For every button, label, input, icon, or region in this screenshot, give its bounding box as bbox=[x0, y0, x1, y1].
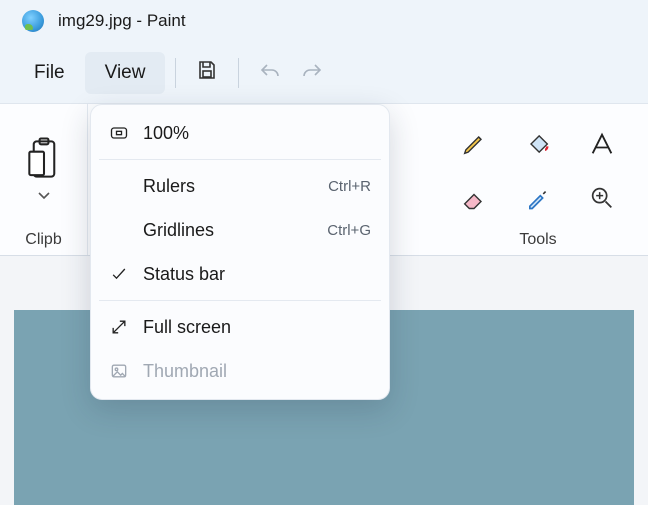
bucket-icon bbox=[524, 130, 552, 163]
menu-separator bbox=[99, 300, 381, 301]
undo-button[interactable] bbox=[249, 53, 291, 93]
paste-dropdown[interactable] bbox=[36, 188, 52, 207]
view-zoom-label: 100% bbox=[143, 123, 371, 144]
view-rulers-item[interactable]: Rulers Ctrl+R bbox=[91, 164, 389, 208]
save-button[interactable] bbox=[186, 53, 228, 93]
view-fullscreen-item[interactable]: Full screen bbox=[91, 305, 389, 349]
group-label-tools: Tools bbox=[519, 227, 556, 249]
window-title: img29.jpg - Paint bbox=[58, 11, 186, 31]
view-gridlines-item[interactable]: Gridlines Ctrl+G bbox=[91, 208, 389, 252]
magnifier-icon bbox=[588, 184, 616, 217]
menu-view[interactable]: View bbox=[85, 52, 166, 94]
view-zoom-item[interactable]: 100% bbox=[91, 111, 389, 155]
menu-separator bbox=[99, 159, 381, 160]
view-thumbnail-item: Thumbnail bbox=[91, 349, 389, 393]
menu-file[interactable]: File bbox=[14, 52, 85, 94]
image-icon bbox=[105, 361, 133, 381]
tool-fill[interactable] bbox=[510, 122, 566, 170]
clipboard-icon bbox=[26, 168, 62, 185]
ribbon-group-clipboard: Clipb bbox=[0, 104, 88, 255]
text-icon bbox=[588, 130, 616, 163]
save-icon bbox=[195, 58, 219, 87]
tool-pencil[interactable] bbox=[446, 122, 502, 170]
tool-zoom[interactable] bbox=[574, 176, 630, 224]
title-bar: img29.jpg - Paint bbox=[0, 0, 648, 42]
view-statusbar-label: Status bar bbox=[143, 264, 371, 285]
menu-bar: File View bbox=[0, 42, 648, 104]
paint-app-icon bbox=[22, 10, 44, 32]
fit-screen-icon bbox=[105, 123, 133, 143]
ribbon-group-tools: Tools bbox=[428, 104, 648, 255]
view-rulers-label: Rulers bbox=[143, 176, 328, 197]
redo-button[interactable] bbox=[291, 53, 333, 93]
eraser-icon bbox=[460, 184, 488, 217]
view-gridlines-shortcut: Ctrl+G bbox=[327, 222, 371, 239]
view-rulers-shortcut: Ctrl+R bbox=[328, 178, 371, 195]
view-dropdown: 100% Rulers Ctrl+R Gridlines Ctrl+G Stat… bbox=[90, 104, 390, 400]
eyedropper-icon bbox=[524, 184, 552, 217]
paste-button[interactable] bbox=[26, 137, 62, 186]
view-thumbnail-label: Thumbnail bbox=[143, 361, 371, 382]
redo-icon bbox=[300, 58, 324, 87]
view-statusbar-item[interactable]: Status bar bbox=[91, 252, 389, 296]
tool-text[interactable] bbox=[574, 122, 630, 170]
check-icon bbox=[105, 264, 133, 284]
undo-icon bbox=[258, 58, 282, 87]
tool-eraser[interactable] bbox=[446, 176, 502, 224]
fullscreen-icon bbox=[105, 317, 133, 337]
chevron-down-icon bbox=[36, 189, 52, 206]
group-label-clipboard: Clipb bbox=[25, 227, 61, 249]
divider bbox=[238, 58, 239, 88]
view-gridlines-label: Gridlines bbox=[143, 220, 327, 241]
tool-picker[interactable] bbox=[510, 176, 566, 224]
divider bbox=[175, 58, 176, 88]
pencil-icon bbox=[460, 130, 488, 163]
view-fullscreen-label: Full screen bbox=[143, 317, 371, 338]
